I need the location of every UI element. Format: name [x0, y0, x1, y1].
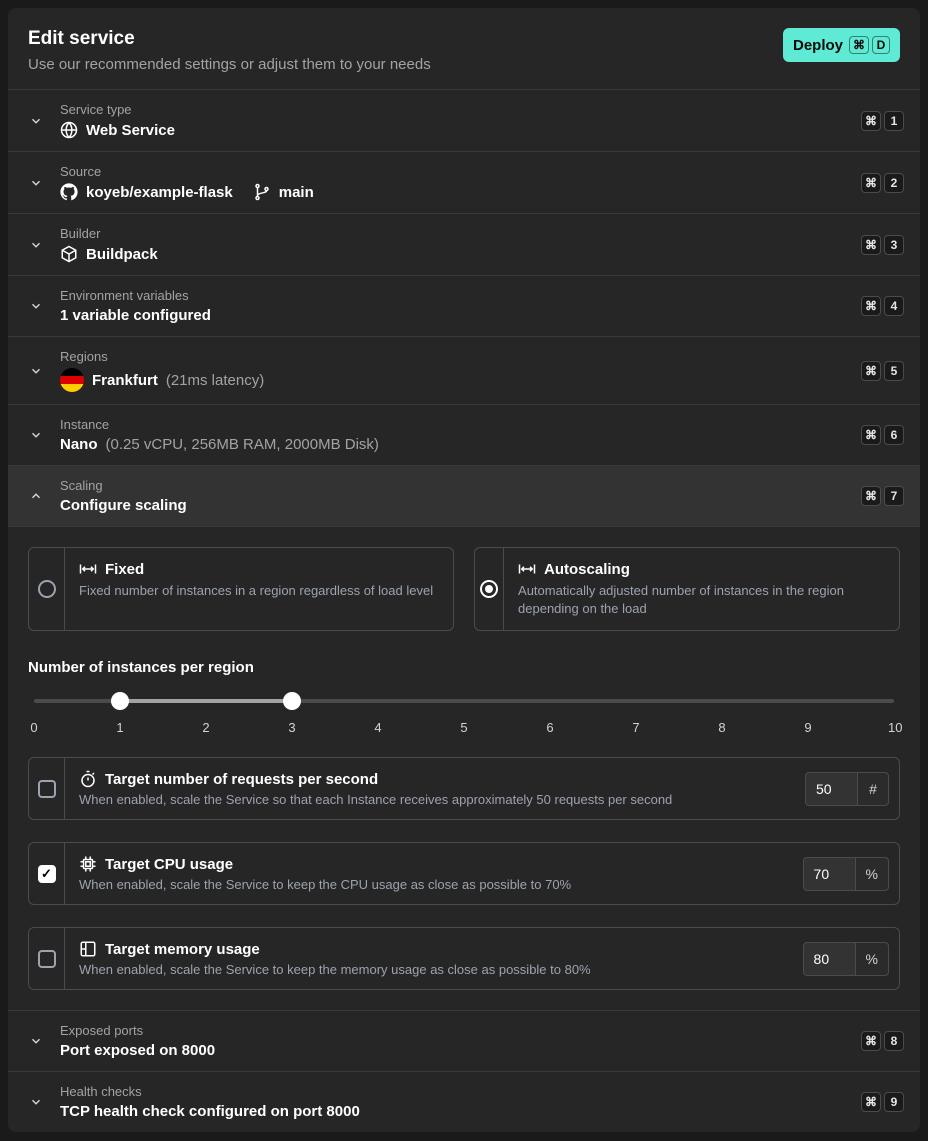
github-icon [60, 183, 78, 201]
page-title: Edit service [28, 28, 431, 50]
section-ports[interactable]: Exposed ports Port exposed on 8000 ⌘ 8 [8, 1010, 920, 1071]
section-source[interactable]: Source koyeb/example-flask main ⌘ 2 [8, 151, 920, 213]
shortcut: ⌘ 4 [861, 296, 904, 316]
cpu-unit: % [855, 857, 889, 891]
page-subtitle: Use our recommended settings or adjust t… [28, 56, 431, 73]
shortcut: ⌘ 8 [861, 1031, 904, 1051]
flag-germany-icon [60, 368, 84, 392]
mode-auto-title: Autoscaling [544, 561, 630, 578]
target-mem-desc: When enabled, scale the Service to keep … [79, 962, 779, 977]
git-branch-icon [253, 183, 271, 201]
target-cpu-title: Target CPU usage [105, 856, 233, 873]
mem-unit: % [855, 942, 889, 976]
chevron-down-icon[interactable] [24, 294, 48, 318]
edit-service-panel: Edit service Use our recommended setting… [8, 8, 920, 1132]
health-value: TCP health check configured on port 8000 [60, 1103, 360, 1120]
slider-label: Number of instances per region [28, 659, 900, 676]
mem-input[interactable] [803, 942, 855, 976]
shortcut: ⌘ 5 [861, 361, 904, 381]
chevron-down-icon[interactable] [24, 171, 48, 195]
section-scaling[interactable]: Scaling Configure scaling ⌘ 7 [8, 465, 920, 526]
cpu-icon [79, 855, 97, 873]
stopwatch-icon [79, 770, 97, 788]
section-label: Instance [60, 417, 849, 432]
section-label: Environment variables [60, 288, 849, 303]
chevron-down-icon[interactable] [24, 109, 48, 133]
slider-fill [120, 699, 292, 703]
rps-unit: # [857, 772, 889, 806]
target-rps-title: Target number of requests per second [105, 771, 378, 788]
deploy-shortcut: ⌘ D [849, 36, 890, 54]
instance-specs: (0.25 vCPU, 256MB RAM, 2000MB Disk) [106, 436, 379, 453]
target-mem: Target memory usage When enabled, scale … [28, 927, 900, 990]
package-icon [60, 245, 78, 263]
source-branch: main [279, 184, 314, 201]
checkbox-rps[interactable] [38, 780, 56, 798]
header: Edit service Use our recommended setting… [8, 8, 920, 89]
chevron-down-icon[interactable] [24, 1029, 48, 1053]
instance-name: Nano [60, 436, 98, 453]
section-health[interactable]: Health checks TCP health check configure… [8, 1071, 920, 1132]
env-value: 1 variable configured [60, 307, 211, 324]
section-label: Health checks [60, 1084, 849, 1099]
target-cpu-desc: When enabled, scale the Service to keep … [79, 877, 779, 892]
shortcut: ⌘ 6 [861, 425, 904, 445]
scaling-value: Configure scaling [60, 497, 187, 514]
section-service-type[interactable]: Service type Web Service ⌘ 1 [8, 89, 920, 151]
region-name: Frankfurt [92, 372, 158, 389]
section-label: Exposed ports [60, 1023, 849, 1038]
deploy-label: Deploy [793, 37, 843, 54]
globe-icon [60, 121, 78, 139]
section-label: Regions [60, 349, 849, 364]
deploy-button[interactable]: Deploy ⌘ D [783, 28, 900, 62]
section-builder[interactable]: Builder Buildpack ⌘ 3 [8, 213, 920, 275]
section-env[interactable]: Environment variables 1 variable configu… [8, 275, 920, 336]
mode-auto-card[interactable]: Autoscaling Automatically adjusted numbe… [474, 547, 900, 631]
mode-auto-desc: Automatically adjusted number of instanc… [518, 582, 885, 618]
chevron-down-icon[interactable] [24, 233, 48, 257]
target-mem-title: Target memory usage [105, 941, 260, 958]
radio-auto[interactable] [480, 580, 498, 598]
cpu-input[interactable] [803, 857, 855, 891]
section-label: Builder [60, 226, 849, 241]
target-cpu: Target CPU usage When enabled, scale the… [28, 842, 900, 905]
checkbox-cpu[interactable] [38, 865, 56, 883]
builder-value: Buildpack [86, 246, 158, 263]
chevron-down-icon[interactable] [24, 1090, 48, 1114]
width-auto-icon [518, 560, 536, 578]
mode-fixed-card[interactable]: Fixed Fixed number of instances in a reg… [28, 547, 454, 631]
shortcut: ⌘ 3 [861, 235, 904, 255]
service-type-value: Web Service [86, 122, 175, 139]
chevron-down-icon[interactable] [24, 359, 48, 383]
radio-fixed[interactable] [38, 580, 56, 598]
region-latency: (21ms latency) [166, 372, 264, 389]
section-label: Service type [60, 102, 849, 117]
target-rps-desc: When enabled, scale the Service so that … [79, 792, 781, 807]
section-label: Source [60, 164, 849, 179]
scaling-panel: Fixed Fixed number of instances in a reg… [8, 526, 920, 1010]
source-repo: koyeb/example-flask [86, 184, 233, 201]
ports-value: Port exposed on 8000 [60, 1042, 215, 1059]
chevron-up-icon[interactable] [24, 484, 48, 508]
chevron-down-icon[interactable] [24, 423, 48, 447]
mode-fixed-title: Fixed [105, 561, 144, 578]
layout-icon [79, 940, 97, 958]
mode-fixed-desc: Fixed number of instances in a region re… [79, 582, 433, 600]
section-regions[interactable]: Regions Frankfurt (21ms latency) ⌘ 5 [8, 336, 920, 404]
slider-thumb-low[interactable] [111, 692, 129, 710]
shortcut: ⌘ 2 [861, 173, 904, 193]
slider-ticks: 0 1 2 3 4 5 6 7 8 9 10 [28, 720, 900, 735]
shortcut: ⌘ 1 [861, 111, 904, 131]
checkbox-mem[interactable] [38, 950, 56, 968]
shortcut: ⌘ 7 [861, 486, 904, 506]
section-label: Scaling [60, 478, 849, 493]
rps-input[interactable] [805, 772, 857, 806]
instances-slider[interactable] [34, 692, 894, 710]
width-fixed-icon [79, 560, 97, 578]
section-instance[interactable]: Instance Nano (0.25 vCPU, 256MB RAM, 200… [8, 404, 920, 465]
slider-thumb-high[interactable] [283, 692, 301, 710]
target-rps: Target number of requests per second Whe… [28, 757, 900, 820]
shortcut: ⌘ 9 [861, 1092, 904, 1112]
